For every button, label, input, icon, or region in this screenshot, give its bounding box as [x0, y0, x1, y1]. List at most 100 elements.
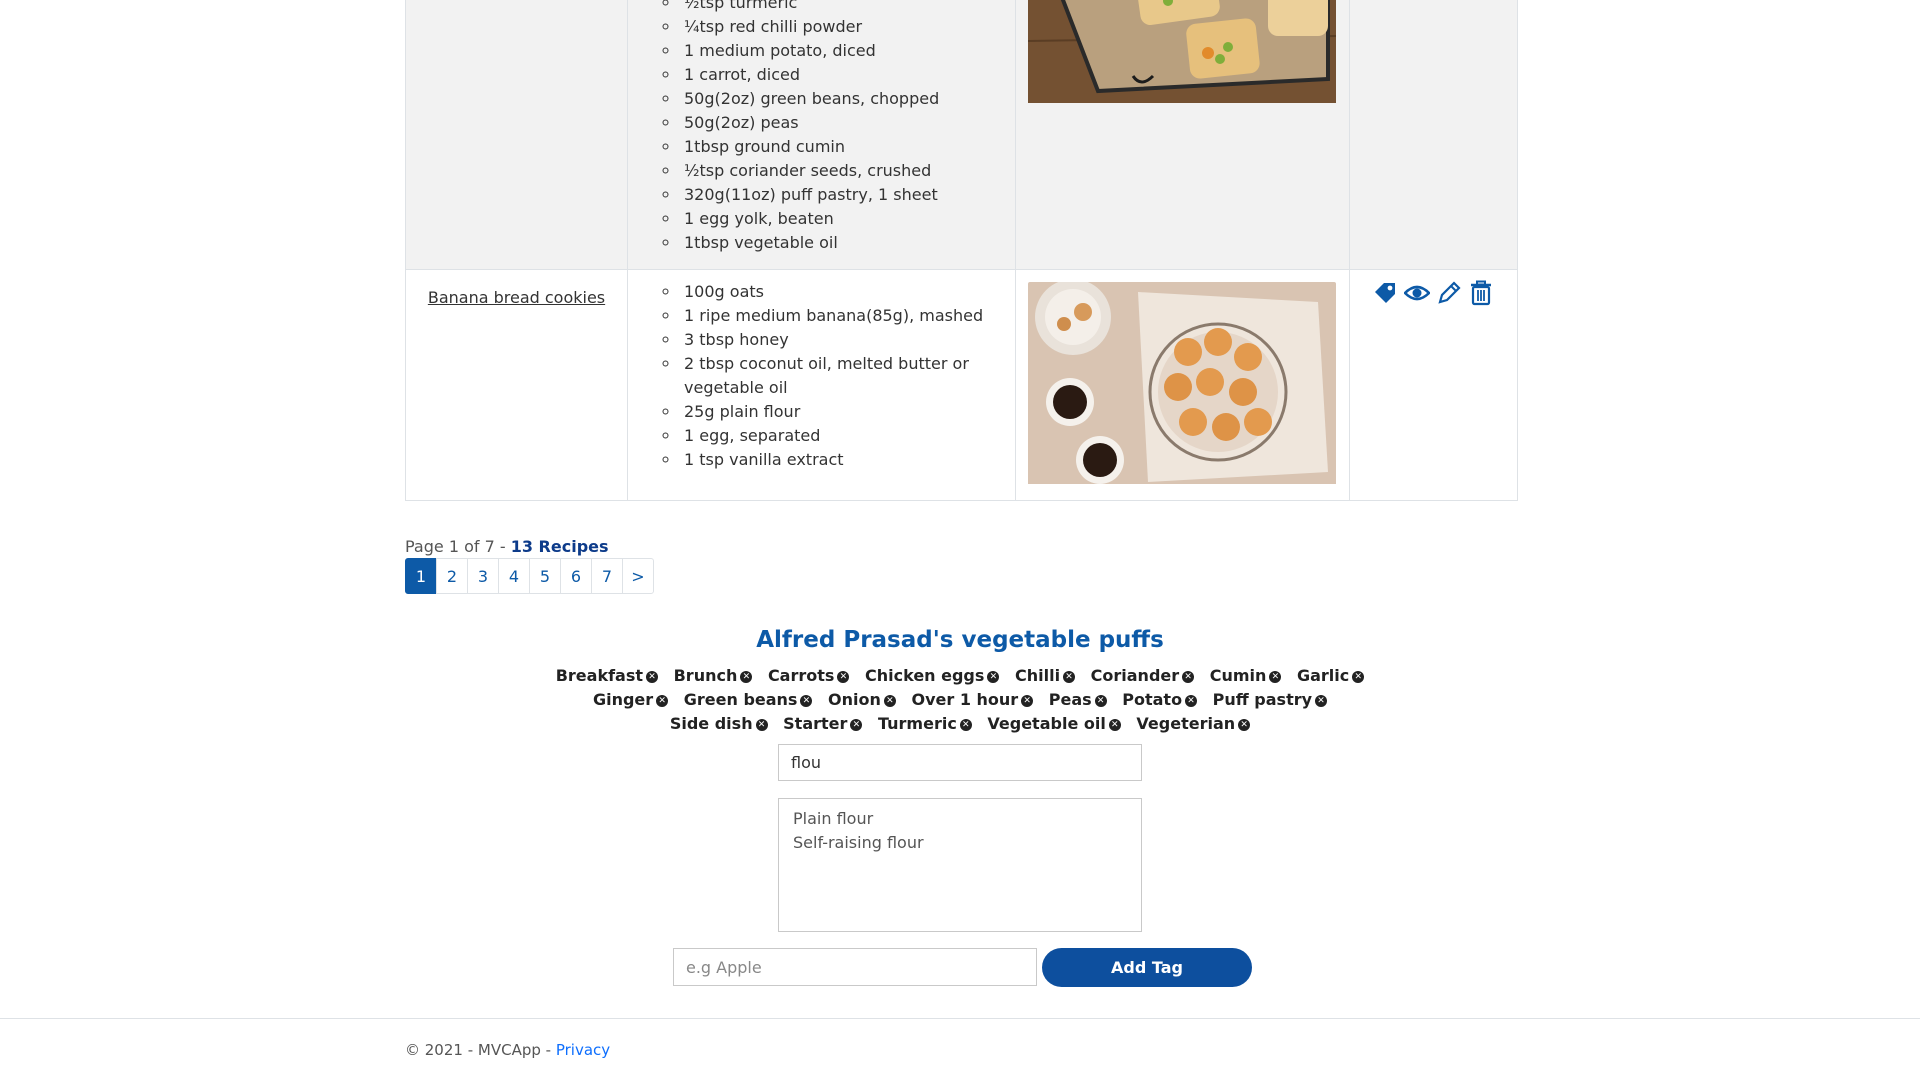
page-4[interactable]: 4 [498, 558, 530, 594]
recipe-name-cell [405, 0, 628, 270]
suggestion-item[interactable]: Plain flour [793, 807, 1127, 831]
actions-cell [1349, 0, 1518, 270]
ingredient-item: ½tsp turmeric [680, 0, 1015, 15]
vegetable-puffs-photo [1028, 0, 1336, 107]
remove-tag-icon[interactable]: ✕ [837, 670, 850, 683]
vegetable-puffs-image [1028, 0, 1336, 103]
recipe-link-banana-bread-cookies[interactable]: Banana bread cookies [428, 288, 605, 307]
remove-tag-icon[interactable]: ✕ [1108, 718, 1121, 731]
tag: Onion ✕ [828, 688, 896, 712]
remove-tag-icon[interactable]: ✕ [1021, 694, 1034, 707]
tag-label: Ginger [592, 690, 654, 709]
tag-label: Onion [828, 690, 881, 709]
remove-tag-icon[interactable]: ✕ [656, 694, 669, 707]
tag-list: Breakfast ✕ Brunch ✕ Carrots ✕ Chicken eggs… [540, 664, 1380, 736]
row-actions [1350, 270, 1517, 316]
remove-tag-icon[interactable]: ✕ [800, 694, 813, 707]
new-tag-input[interactable] [673, 948, 1037, 986]
tag: Puff pastry ✕ [1212, 688, 1328, 712]
remove-tag-icon[interactable]: ✕ [883, 694, 896, 707]
tag-label: Puff pastry [1212, 690, 1313, 709]
ingredient-list: ½tsp turmeric ¼tsp red chilli powder 1 m… [628, 0, 1015, 269]
recipe-image-cell [1015, 0, 1350, 270]
trash-icon[interactable] [1468, 280, 1494, 306]
add-tag-button[interactable]: Add Tag [1042, 948, 1252, 987]
remove-tag-icon[interactable]: ✕ [1094, 694, 1107, 707]
ingredient-item: 1 egg yolk, beaten [680, 207, 1015, 231]
pager-text: Page 1 of 7 - [405, 537, 511, 556]
remove-tag-icon[interactable]: ✕ [1238, 718, 1251, 731]
tag: Side dish ✕ [670, 712, 768, 736]
page-1[interactable]: 1 [405, 558, 437, 594]
pager-info: Page 1 of 7 - 13 Recipes [405, 537, 609, 556]
recipe-name-cell: Banana bread cookies [405, 269, 628, 501]
table-row: ½tsp turmeric ¼tsp red chilli powder 1 m… [405, 0, 1518, 270]
tag-label: Peas [1048, 690, 1092, 709]
tag-label: Breakfast [555, 666, 644, 685]
tag: Green beans ✕ [684, 688, 813, 712]
ingredient-item: 1tbsp vegetable oil [680, 231, 1015, 255]
tag: Vegeterian ✕ [1136, 712, 1251, 736]
tag-label: Coriander [1090, 666, 1180, 685]
ingredient-item: 320g(11oz) puff pastry, 1 sheet [680, 183, 1015, 207]
recipes-table-wrapper: ½tsp turmeric ¼tsp red chilli powder 1 m… [405, 0, 1518, 501]
next-page[interactable]: > [622, 558, 654, 594]
ingredient-item: 1 egg, separated [680, 424, 1015, 448]
ingredient-item: 100g oats [680, 280, 1015, 304]
remove-tag-icon[interactable]: ✕ [987, 670, 1000, 683]
remove-tag-icon[interactable]: ✕ [850, 718, 863, 731]
ingredient-item: 50g(2oz) green beans, chopped [680, 87, 1015, 111]
page-7[interactable]: 7 [591, 558, 623, 594]
remove-tag-icon[interactable]: ✕ [740, 670, 753, 683]
remove-tag-icon[interactable]: ✕ [1352, 670, 1365, 683]
ingredient-item: 1 medium potato, diced [680, 39, 1015, 63]
recipe-title: Alfred Prasad's vegetable puffs [756, 627, 1164, 653]
tag: Chicken eggs ✕ [865, 664, 1000, 688]
tag-icon[interactable] [1372, 280, 1398, 306]
ingredient-item: 1tbsp ground cumin [680, 135, 1015, 159]
remove-tag-icon[interactable]: ✕ [1269, 670, 1282, 683]
ingredient-search-input[interactable] [778, 744, 1142, 781]
page-5[interactable]: 5 [529, 558, 561, 594]
remove-tag-icon[interactable]: ✕ [1182, 670, 1195, 683]
tag: Ginger ✕ [592, 688, 669, 712]
ingredient-item: 1 carrot, diced [680, 63, 1015, 87]
actions-cell [1349, 269, 1518, 501]
tag-label: Vegeterian [1136, 714, 1236, 733]
ingredient-item: 3 tbsp honey [680, 328, 1015, 352]
tag: Brunch ✕ [674, 664, 753, 688]
remove-tag-icon[interactable]: ✕ [646, 670, 659, 683]
remove-tag-icon[interactable]: ✕ [959, 718, 972, 731]
table-row: Banana bread cookies 100g oats 1 ripe me… [405, 269, 1518, 501]
ingredient-item: ½tsp coriander seeds, crushed [680, 159, 1015, 183]
ingredient-item: ¼tsp red chilli powder [680, 15, 1015, 39]
page-2[interactable]: 2 [436, 558, 468, 594]
privacy-link[interactable]: Privacy [556, 1041, 610, 1059]
pencil-icon[interactable] [1436, 280, 1462, 306]
ingredient-item: 1 tsp vanilla extract [680, 448, 1015, 472]
pagination: 1 2 3 4 5 6 7 > [405, 558, 654, 594]
tag: Turmeric ✕ [878, 712, 972, 736]
page-3[interactable]: 3 [467, 558, 499, 594]
tag: Starter ✕ [783, 712, 863, 736]
ingredient-suggestions[interactable]: Plain flour Self-raising flour [778, 798, 1142, 932]
footer: © 2021 - MVCApp - Privacy [405, 1041, 610, 1059]
eye-icon[interactable] [1404, 280, 1430, 306]
remove-tag-icon[interactable]: ✕ [755, 718, 768, 731]
tag-label: Garlic [1296, 666, 1350, 685]
remove-tag-icon[interactable]: ✕ [1315, 694, 1328, 707]
tag-label: Starter [783, 714, 848, 733]
ingredient-item: 1 ripe medium banana(85g), mashed [680, 304, 1015, 328]
ingredient-list: 100g oats 1 ripe medium banana(85g), mas… [628, 270, 1015, 486]
tag-label: Potato [1122, 690, 1183, 709]
copyright-text: © 2021 - MVCApp - [405, 1041, 556, 1059]
recipe-count: 13 Recipes [510, 537, 609, 556]
remove-tag-icon[interactable]: ✕ [1063, 670, 1076, 683]
remove-tag-icon[interactable]: ✕ [1185, 694, 1198, 707]
recipes-table: ½tsp turmeric ¼tsp red chilli powder 1 m… [405, 0, 1518, 501]
tag-label: Chilli [1014, 666, 1061, 685]
suggestion-item[interactable]: Self-raising flour [793, 831, 1127, 855]
tag: Vegetable oil ✕ [987, 712, 1121, 736]
page-6[interactable]: 6 [560, 558, 592, 594]
tag: Peas ✕ [1049, 688, 1107, 712]
